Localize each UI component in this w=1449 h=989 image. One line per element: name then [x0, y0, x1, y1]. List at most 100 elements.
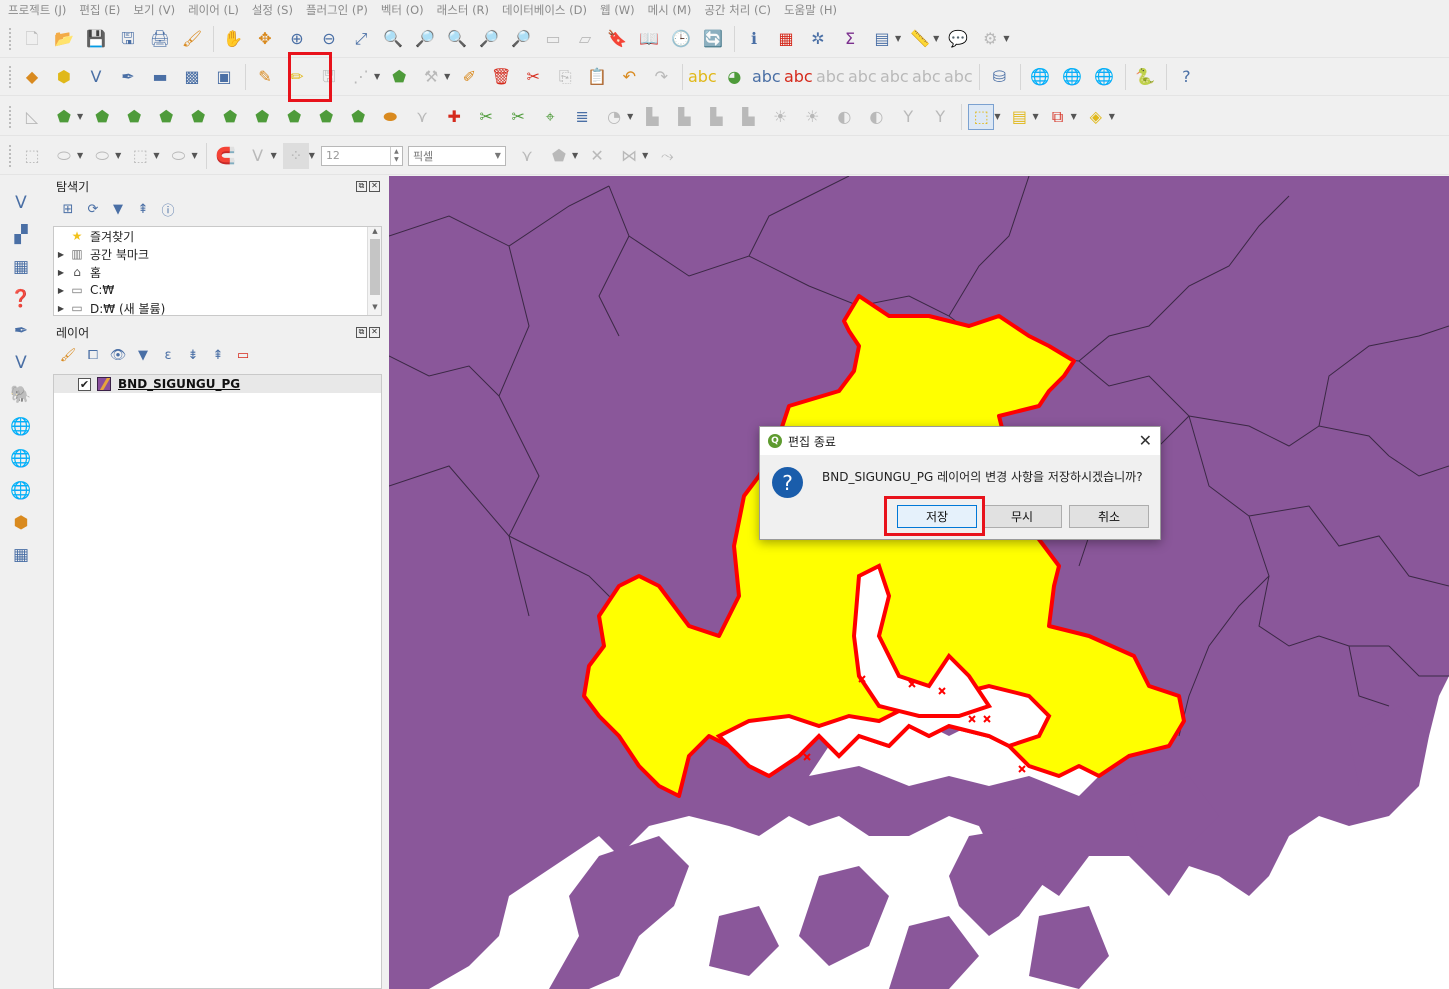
delete-ring-icon[interactable]: ⬟: [217, 104, 243, 130]
reshape-features-icon[interactable]: ⬟: [281, 104, 307, 130]
scroll-down-icon[interactable]: ▼: [368, 303, 382, 315]
gamma-icon[interactable]: ◐: [831, 104, 857, 130]
temporal-controller-icon[interactable]: 🕒: [668, 26, 694, 52]
map-canvas[interactable]: [389, 176, 1449, 989]
cancel-button[interactable]: 취소: [1069, 505, 1149, 528]
label-toolbar-icon[interactable]: abc: [688, 64, 717, 90]
stretch-histogram-icon[interactable]: ▙: [735, 104, 761, 130]
annotation-html-icon[interactable]: ⬭: [89, 143, 115, 169]
wms-icon[interactable]: 🌐: [1059, 64, 1085, 90]
add-wcs-side-icon[interactable]: 🌐: [8, 478, 34, 504]
select-by-expression-icon[interactable]: ▤: [1006, 104, 1032, 130]
ignore-button[interactable]: 무시: [982, 505, 1062, 528]
expand-all-icon[interactable]: ⇟: [183, 345, 203, 365]
new-3d-view-icon[interactable]: ▱: [572, 26, 598, 52]
saturation-icon[interactable]: ◐: [863, 104, 889, 130]
simplify-feature-icon[interactable]: ⬟: [121, 104, 147, 130]
undo-icon[interactable]: ↶: [616, 64, 642, 90]
menu-processing[interactable]: 공간 처리 (C): [704, 2, 771, 18]
browser-scrollbar[interactable]: ▲ ▼: [367, 227, 381, 315]
rotate-point-symbols-icon[interactable]: ✂: [473, 104, 499, 130]
local-histogram-icon[interactable]: ▙: [671, 104, 697, 130]
full-histogram-icon[interactable]: ▙: [703, 104, 729, 130]
show-bookmarks-icon[interactable]: 📖: [636, 26, 662, 52]
metasearch-icon[interactable]: 🌐: [1027, 64, 1053, 90]
merge-attributes-icon[interactable]: ✚: [441, 104, 467, 130]
topological-editing-icon[interactable]: ⋎: [514, 143, 540, 169]
tree-item-d-drive[interactable]: ▶ ▭ D:₩ (새 볼륨): [54, 299, 381, 317]
filter-icon[interactable]: ▼: [108, 199, 128, 219]
offset-point-symbols-icon[interactable]: ✂: [505, 104, 531, 130]
snapping-unit-select[interactable]: 픽셀 ▼: [407, 145, 506, 166]
python-console-icon[interactable]: 🐍: [1132, 64, 1158, 90]
layer-item[interactable]: ✔ BND_SIGUNGU_PG: [54, 375, 381, 393]
add-spatialite-icon[interactable]: ▬: [147, 64, 173, 90]
close-panel-icon[interactable]: ✕: [369, 180, 380, 192]
close-panel-icon[interactable]: ✕: [369, 326, 380, 338]
add-wms-side-icon[interactable]: 🌐: [8, 414, 34, 440]
menu-view[interactable]: 보기 (V): [133, 2, 175, 18]
modify-attributes-icon[interactable]: ✐: [456, 64, 482, 90]
add-virtual-layer-icon[interactable]: ▣: [211, 64, 237, 90]
add-delimited-text-icon[interactable]: ✒: [115, 64, 141, 90]
trim-extend-icon[interactable]: ⌖: [537, 104, 563, 130]
add-wfs-side-icon[interactable]: 🌐: [8, 446, 34, 472]
tree-item-spatial-bookmarks[interactable]: ▶ ▥ 공간 북마크: [54, 245, 381, 263]
vertex-tool-icon[interactable]: ⚒: [418, 64, 444, 90]
select-by-location-icon[interactable]: ◈: [1083, 104, 1109, 130]
label-properties-icon[interactable]: abc: [944, 64, 973, 90]
brightness-icon[interactable]: ☀: [767, 104, 793, 130]
shape-digitize-icon[interactable]: ◔: [601, 104, 627, 130]
add-spatialite-side-icon[interactable]: V: [8, 350, 34, 376]
new-virtual-layer-side-icon[interactable]: ▦: [8, 542, 34, 568]
rotate-label-icon[interactable]: abc: [880, 64, 909, 90]
paste-features-icon[interactable]: 📋: [584, 64, 610, 90]
print-layout-icon[interactable]: 🖨: [147, 26, 173, 52]
annotation-text-icon[interactable]: ⬚: [19, 143, 45, 169]
layer-visibility-checkbox[interactable]: ✔: [78, 377, 91, 391]
filter-expression-icon[interactable]: ε: [158, 345, 178, 365]
map-tips-icon[interactable]: 💬: [945, 26, 971, 52]
snapping-type-icon[interactable]: ⁘: [282, 142, 309, 169]
style-manager-icon[interactable]: 🖌: [179, 26, 205, 52]
advanced-digitizing-icon[interactable]: ◺: [19, 104, 45, 130]
sum-icon[interactable]: Σ: [837, 26, 863, 52]
info-icon[interactable]: ⓘ: [158, 199, 178, 219]
add-part-icon[interactable]: ⬟: [153, 104, 179, 130]
add-raster-layer-icon[interactable]: ▩: [179, 64, 205, 90]
toolbar-grip[interactable]: [8, 26, 13, 51]
pan-hand-icon[interactable]: ✋: [220, 26, 246, 52]
split-features-icon[interactable]: ⬟: [345, 104, 371, 130]
select-features-icon[interactable]: ⬚: [968, 103, 995, 130]
annotation-svg-icon[interactable]: ⬚: [127, 143, 153, 169]
close-icon[interactable]: ✕: [1139, 431, 1152, 451]
add-postgis-side-icon[interactable]: 🐘: [8, 382, 34, 408]
new-map-view-icon[interactable]: ▭: [540, 26, 566, 52]
self-snapping-icon[interactable]: ⤳: [654, 143, 680, 169]
stepper-arrows-icon[interactable]: ▲ ▼: [389, 146, 402, 165]
openlayers-icon[interactable]: 🌐: [1091, 64, 1117, 90]
zoom-next-icon[interactable]: 🔎: [508, 26, 534, 52]
change-label-icon[interactable]: abc: [912, 64, 941, 90]
pan-to-selection-icon[interactable]: ✥: [252, 26, 278, 52]
add-vector-layer-icon[interactable]: V: [83, 64, 109, 90]
locator-search-icon[interactable]: ⚙: [977, 26, 1003, 52]
tracing-icon[interactable]: ⋈: [616, 143, 642, 169]
menu-plugins[interactable]: 플러그인 (P): [306, 2, 368, 18]
manage-visibility-icon[interactable]: 👁: [108, 345, 128, 365]
fill-ring-icon[interactable]: ⬟: [185, 104, 211, 130]
raster-histogram-icon[interactable]: ▙: [639, 104, 665, 130]
toolbar-grip[interactable]: [8, 143, 13, 168]
remove-layer-icon[interactable]: ▭: [233, 345, 253, 365]
bookmark-new-icon[interactable]: 🔖: [604, 26, 630, 52]
menu-help[interactable]: 도움말 (H): [784, 2, 837, 18]
float-panel-icon[interactable]: ⧉: [356, 180, 367, 192]
diagram-icon[interactable]: ◕: [721, 64, 747, 90]
merge-features-icon[interactable]: ⋎: [409, 104, 435, 130]
snap-intersection-icon[interactable]: ⬟: [546, 143, 572, 169]
menu-project[interactable]: 프로젝트 (J): [8, 2, 66, 18]
zoom-full-icon[interactable]: ⤢: [348, 26, 374, 52]
menu-edit[interactable]: 편집 (E): [79, 2, 120, 18]
increase-transparency-icon[interactable]: Y: [927, 104, 953, 130]
float-panel-icon[interactable]: ⧉: [356, 326, 367, 338]
